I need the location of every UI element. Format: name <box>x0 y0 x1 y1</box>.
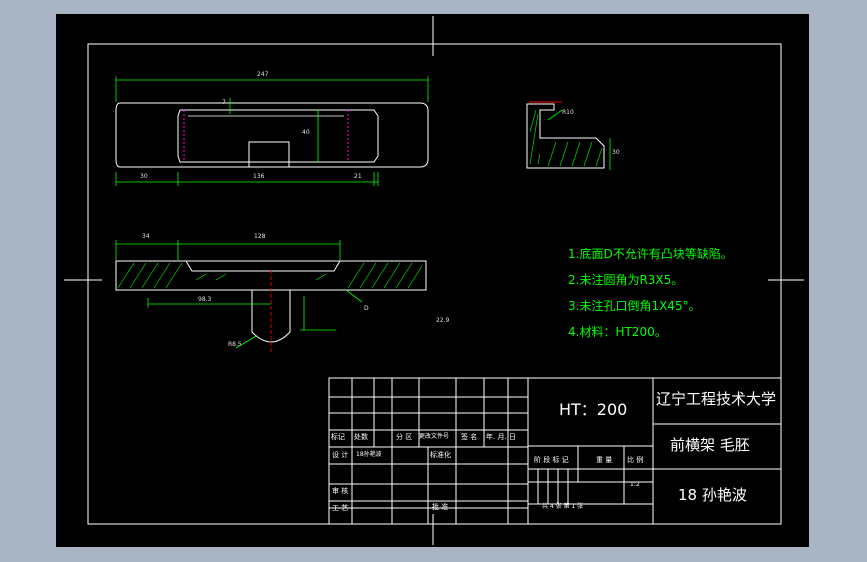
dim-sec-mid: 128 <box>254 233 266 240</box>
dim-side-radius: R10 <box>562 109 574 116</box>
material-label: HT：200 <box>559 400 628 419</box>
centering-marks <box>64 16 804 545</box>
note-4: 4.材料：HT200。 <box>568 325 667 339</box>
note-3: 3.未注孔口倒角1X45°。 <box>568 299 701 313</box>
scale-label: 比 例 <box>627 456 644 464</box>
design-label: 设 计 <box>332 451 349 459</box>
part-name: 前横架 毛胚 <box>670 436 750 454</box>
school-name: 辽宁工程技术大学 <box>656 390 777 408</box>
top-view <box>115 76 429 186</box>
dim-side-height: 30 <box>612 149 620 156</box>
standardize-label: 标准化 <box>430 451 451 459</box>
dim-sec-center: 98.3 <box>198 296 212 303</box>
author-name: 18 孙艳波 <box>678 486 747 504</box>
dim-top-right: 21 <box>354 173 362 180</box>
dim-sec-mark: D <box>364 305 369 312</box>
dim-sec-height: 22.9 <box>436 317 450 324</box>
col-count: 处数 <box>354 433 368 441</box>
dim-top-length: 247 <box>257 71 269 78</box>
dim-sec-left: 34 <box>142 233 150 240</box>
process-label: 工 艺 <box>332 504 349 512</box>
approve-label: 批 准 <box>432 503 449 511</box>
dim-top-small: 7 <box>222 99 226 106</box>
dim-sec-radius: R8.5 <box>228 341 242 348</box>
weight-label: 重 量 <box>596 456 613 464</box>
col-change-doc: 更改文件号 <box>419 433 450 440</box>
sheet-count: 共 4 张 第 1 张 <box>542 503 584 510</box>
dim-top-mid: 136 <box>253 173 265 180</box>
drawing-sheet: 247 30 136 21 40 7 34 128 98.3 R8.5 22.9… <box>56 14 809 547</box>
stage-mark-label: 阶 段 标 记 <box>534 456 569 464</box>
col-date: 年. 月. 日 <box>486 433 516 441</box>
dim-top-height: 40 <box>302 129 310 136</box>
col-sign: 签 名 <box>461 433 478 441</box>
scale-value: 1:2 <box>630 481 640 488</box>
note-1: 1.底面D不允许有凸块等缺陷。 <box>568 247 733 261</box>
review-label: 审 核 <box>332 487 349 495</box>
col-zone: 分 区 <box>396 433 413 441</box>
col-mark: 标记 <box>331 433 345 441</box>
drawing-geometry <box>64 16 804 545</box>
dim-top-left: 30 <box>140 173 148 180</box>
section-view <box>115 240 427 354</box>
designer-tag: 18孙艳波 <box>356 451 382 458</box>
note-2: 2.未注圆角为R3X5。 <box>568 273 684 287</box>
